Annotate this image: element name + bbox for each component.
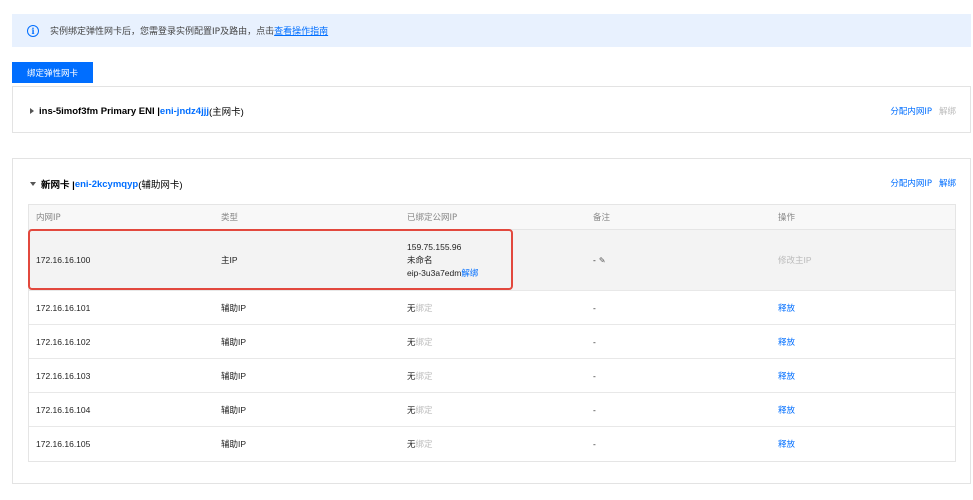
table-row: 172.16.16.103 辅助IP 无绑定 - 释放: [29, 359, 955, 393]
row-eip: 无绑定: [407, 404, 433, 416]
eni-card-secondary: 新网卡 | eni-2kcymqyp (辅助网卡) 分配内网IP 解绑 内网IP…: [12, 158, 971, 484]
release-button[interactable]: 释放: [778, 404, 795, 416]
row-type: 主IP: [221, 255, 238, 265]
table-row: 172.16.16.100 主IP 159.75.155.96 未命名 eip-…: [29, 230, 955, 291]
bind-eip-link: 绑定: [415, 336, 433, 347]
caret-right-icon[interactable]: [30, 108, 34, 114]
table-row: 172.16.16.104 辅助IP 无绑定 - 释放: [29, 393, 955, 427]
col-private-ip: 内网IP: [36, 213, 61, 223]
row-ip: 172.16.16.103: [36, 370, 91, 381]
eip-none: 无: [407, 336, 416, 347]
row-type: 辅助IP: [221, 370, 247, 381]
caret-down-icon[interactable]: [30, 182, 36, 186]
row-ip: 172.16.16.100: [36, 255, 91, 265]
info-icon: i: [27, 24, 39, 37]
eip-none: 无: [407, 302, 416, 313]
row-note: - ✎: [593, 255, 606, 265]
eni-primary-type: (主网卡): [209, 107, 244, 118]
row-ip: 172.16.16.105: [36, 439, 91, 449]
row-eip: 无绑定: [407, 302, 433, 314]
row-note: -: [593, 336, 596, 347]
eni-secondary-id[interactable]: eni-2kcymqyp: [75, 179, 138, 190]
assign-ip-button-secondary[interactable]: 分配内网IP: [890, 177, 932, 189]
eni-primary-name: ins-5imof3fm Primary ENI |: [39, 105, 160, 117]
eni-secondary-actions: 分配内网IP 解绑: [890, 177, 956, 189]
row-ip: 172.16.16.102: [36, 336, 91, 347]
col-note: 备注: [593, 213, 611, 223]
eip-unbind-link[interactable]: 解绑: [461, 268, 478, 278]
eip-none: 无: [407, 404, 416, 415]
assign-ip-button-primary[interactable]: 分配内网IP: [890, 105, 932, 117]
bind-eip-link: 绑定: [415, 370, 433, 381]
row-note: -: [593, 370, 596, 381]
row-type: 辅助IP: [221, 336, 247, 347]
row-note: -: [593, 302, 596, 313]
row-type: 辅助IP: [221, 439, 247, 449]
eni-secondary-type: (辅助网卡): [138, 180, 183, 191]
col-type: 类型: [221, 213, 239, 223]
guide-link[interactable]: 查看操作指南: [274, 24, 328, 37]
info-notice: i 实例绑定弹性网卡后，您需登录实例配置IP及路由，点击 查看操作指南: [12, 14, 971, 47]
row-ip: 172.16.16.104: [36, 404, 91, 415]
bind-eni-button[interactable]: 绑定弹性网卡: [12, 62, 93, 83]
table-row: 172.16.16.105 辅助IP 无绑定 - 释放: [29, 427, 955, 461]
note-text: -: [593, 255, 596, 265]
eni-primary-header[interactable]: ins-5imof3fm Primary ENI | eni-jndz4jjj …: [30, 104, 244, 118]
release-button[interactable]: 释放: [778, 336, 795, 348]
row-note: -: [593, 404, 596, 415]
row-type: 辅助IP: [221, 404, 247, 415]
release-button[interactable]: 释放: [778, 302, 795, 314]
row-ip: 172.16.16.101: [36, 302, 91, 313]
row-eip: 无绑定: [407, 438, 433, 450]
bind-eip-link: 绑定: [415, 439, 433, 449]
eni-secondary-name: 新网卡 |: [41, 180, 75, 191]
eip-none: 无: [407, 439, 416, 449]
row-eip: 无绑定: [407, 370, 433, 382]
eni-secondary-header[interactable]: 新网卡 | eni-2kcymqyp (辅助网卡): [30, 177, 183, 191]
eni-primary-id[interactable]: eni-jndz4jjj: [160, 106, 209, 117]
col-action: 操作: [778, 213, 796, 223]
edit-pencil-icon[interactable]: ✎: [599, 256, 606, 265]
eip-none: 无: [407, 370, 416, 381]
eip-address: 159.75.155.96: [407, 241, 462, 252]
row-note: -: [593, 439, 596, 449]
eip-name: 未命名: [407, 254, 433, 265]
unbind-button-secondary[interactable]: 解绑: [939, 177, 956, 189]
bind-eip-link: 绑定: [415, 404, 433, 415]
bind-eip-link: 绑定: [415, 302, 433, 313]
eni-card-primary: ins-5imof3fm Primary ENI | eni-jndz4jjj …: [12, 86, 971, 133]
table-row: 172.16.16.102 辅助IP 无绑定 - 释放: [29, 325, 955, 359]
modify-primary-ip-button: 修改主IP: [778, 255, 812, 265]
table-row: 172.16.16.101 辅助IP 无绑定 - 释放: [29, 291, 955, 325]
release-button[interactable]: 释放: [778, 370, 795, 382]
eip-id: eip-3u3a7edm: [407, 267, 462, 278]
row-eip: 无绑定: [407, 336, 433, 348]
unbind-button-primary: 解绑: [938, 107, 956, 117]
col-eip: 已绑定公网IP: [407, 213, 458, 223]
row-type: 辅助IP: [221, 302, 247, 313]
ip-table: 内网IP 类型 已绑定公网IP 备注 操作 172.16.16.100 主IP …: [28, 204, 956, 462]
eip-info: 159.75.155.96 未命名 eip-3u3a7edm解绑: [407, 241, 478, 280]
table-header: 内网IP 类型 已绑定公网IP 备注 操作: [29, 205, 955, 230]
notice-text: 实例绑定弹性网卡后，您需登录实例配置IP及路由，点击: [50, 27, 275, 37]
release-button[interactable]: 释放: [778, 438, 795, 450]
eni-primary-actions: 分配内网IP 解绑: [890, 105, 956, 117]
